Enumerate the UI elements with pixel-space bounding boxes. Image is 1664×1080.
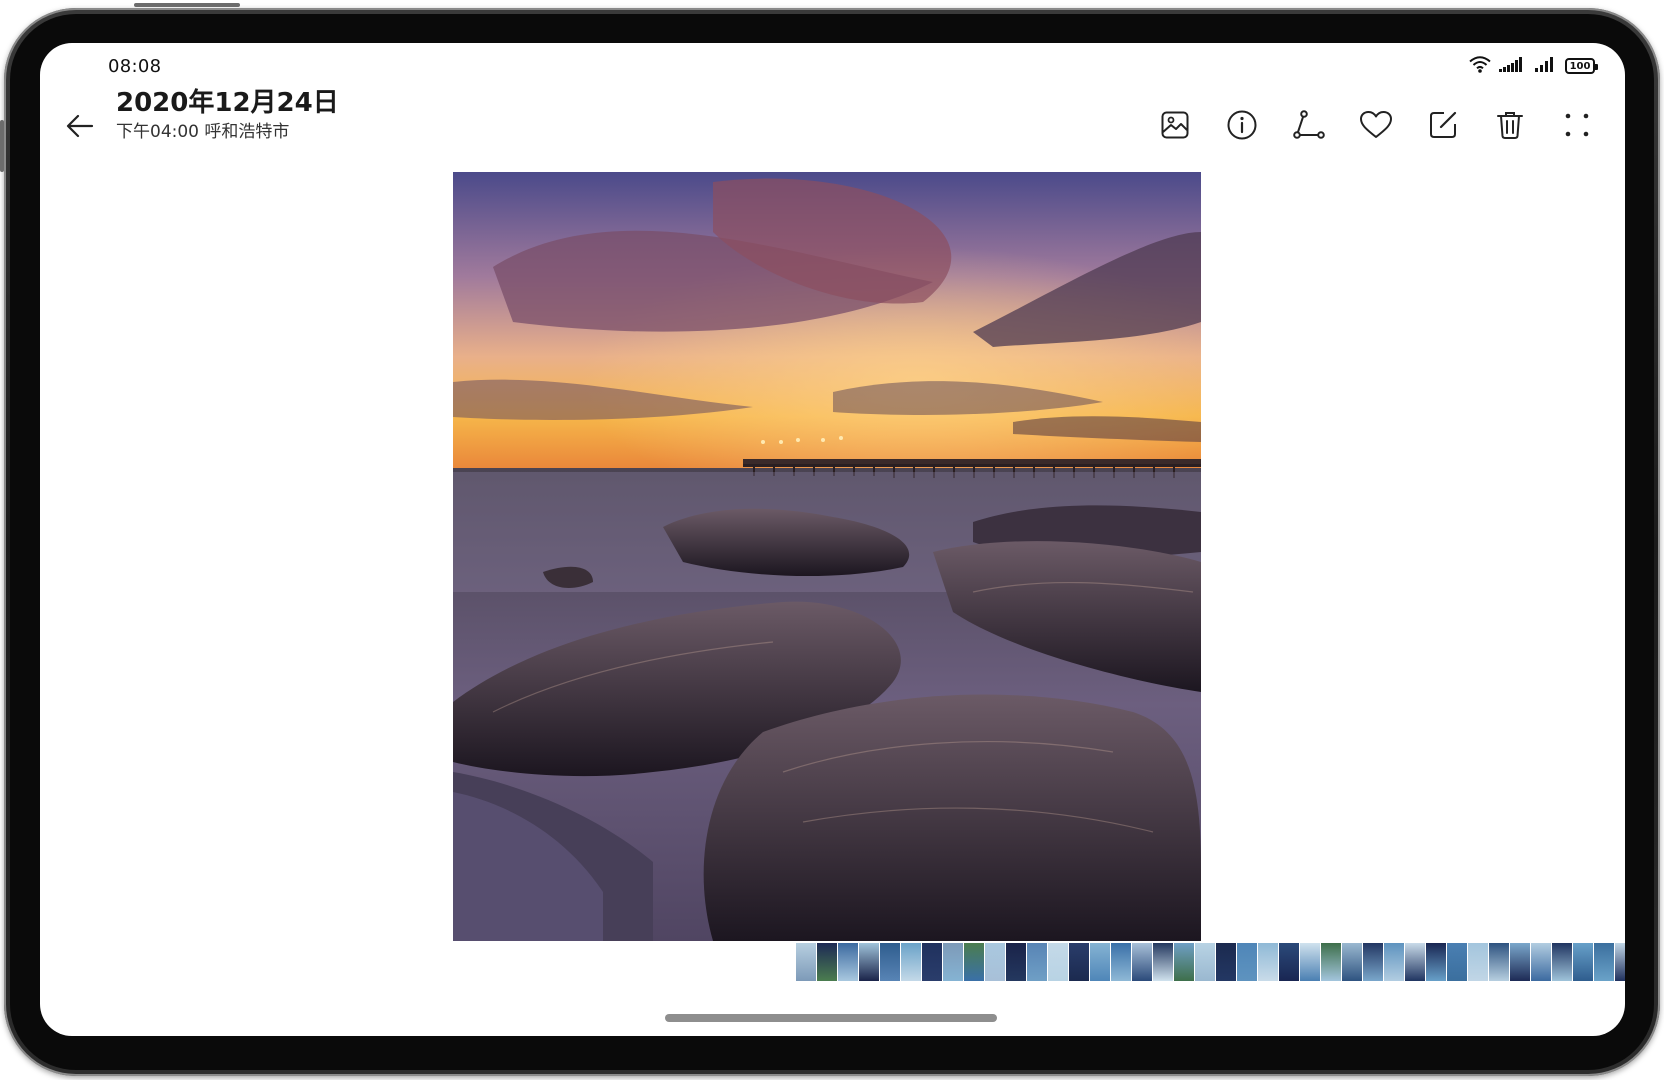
share-icon (1292, 109, 1326, 145)
thumbnail[interactable] (1552, 943, 1572, 981)
thumbnail[interactable] (1237, 943, 1257, 981)
delete-button[interactable] (1492, 109, 1528, 145)
info-icon (1226, 109, 1258, 145)
thumbnail[interactable] (1090, 943, 1110, 981)
thumbnail[interactable] (1048, 943, 1068, 981)
page-title: 2020年12月24日 (116, 88, 339, 118)
status-bar: 08:08 100 (40, 43, 1625, 87)
thumbnail[interactable] (1174, 943, 1194, 981)
info-button[interactable] (1224, 109, 1260, 145)
thumbnail[interactable] (1027, 943, 1047, 981)
page-subtitle: 下午04:00 呼和浩特市 (116, 122, 290, 142)
side-button (0, 120, 4, 172)
wifi-icon (1469, 55, 1491, 77)
screen: 08:08 100 2020年12月24日 下午04:00 呼和浩特市 (40, 43, 1625, 1036)
back-button[interactable] (60, 108, 100, 148)
thumbnail[interactable] (1132, 943, 1152, 981)
image-icon (1160, 110, 1190, 144)
thumbnail[interactable] (1195, 943, 1215, 981)
home-indicator[interactable] (665, 1014, 997, 1022)
thumbnail[interactable] (922, 943, 942, 981)
thumbnail[interactable] (1111, 943, 1131, 981)
thumbnail[interactable] (796, 943, 816, 981)
status-time: 08:08 (108, 56, 162, 77)
thumbnail[interactable] (1153, 943, 1173, 981)
thumbnail[interactable] (1447, 943, 1467, 981)
favorite-button[interactable] (1358, 109, 1394, 145)
thumbnail[interactable] (1573, 943, 1593, 981)
thumbnail[interactable] (1342, 943, 1362, 981)
volume-button (134, 3, 240, 7)
thumbnail[interactable] (1258, 943, 1278, 981)
thumbnail-strip (796, 943, 1625, 981)
thumbnail[interactable] (1531, 943, 1551, 981)
signal-icon (1499, 56, 1527, 76)
signal-icon (1535, 56, 1557, 76)
status-icons: 100 (1469, 55, 1598, 77)
thumbnail[interactable] (1321, 943, 1341, 981)
thumbnail[interactable] (1594, 943, 1614, 981)
thumbnail[interactable] (880, 943, 900, 981)
thumbnail[interactable] (985, 943, 1005, 981)
thumbnail[interactable] (1384, 943, 1404, 981)
thumbnail[interactable] (859, 943, 879, 981)
thumbnail[interactable] (1363, 943, 1383, 981)
thumbnail[interactable] (901, 943, 921, 981)
thumbnail[interactable] (838, 943, 858, 981)
edit-icon (1427, 109, 1459, 145)
thumbnail[interactable] (964, 943, 984, 981)
toolbar (1157, 109, 1595, 145)
thumbnail[interactable] (1300, 943, 1320, 981)
share-button[interactable] (1291, 109, 1327, 145)
thumbnail[interactable] (1426, 943, 1446, 981)
thumbnail[interactable] (1489, 943, 1509, 981)
more-button[interactable] (1559, 109, 1595, 145)
thumbnail[interactable] (817, 943, 837, 981)
edit-button[interactable] (1425, 109, 1461, 145)
battery-level: 100 (1569, 60, 1591, 72)
thumbnail[interactable] (1069, 943, 1089, 981)
thumbnail[interactable] (1216, 943, 1236, 981)
thumbnail[interactable] (943, 943, 963, 981)
more-icon (1562, 110, 1592, 144)
image-button[interactable] (1157, 109, 1193, 145)
thumbnail[interactable] (1405, 943, 1425, 981)
thumbnail[interactable] (1279, 943, 1299, 981)
trash-icon (1495, 109, 1525, 145)
thumbnail[interactable] (1615, 943, 1625, 981)
battery-icon: 100 (1565, 58, 1598, 74)
main-photo[interactable] (453, 172, 1201, 941)
arrow-left-icon (64, 110, 96, 146)
thumbnail[interactable] (1510, 943, 1530, 981)
title-block: 2020年12月24日 下午04:00 呼和浩特市 (116, 87, 339, 144)
thumbnail[interactable] (1006, 943, 1026, 981)
heart-icon (1359, 110, 1393, 144)
thumbnail[interactable] (1468, 943, 1488, 981)
